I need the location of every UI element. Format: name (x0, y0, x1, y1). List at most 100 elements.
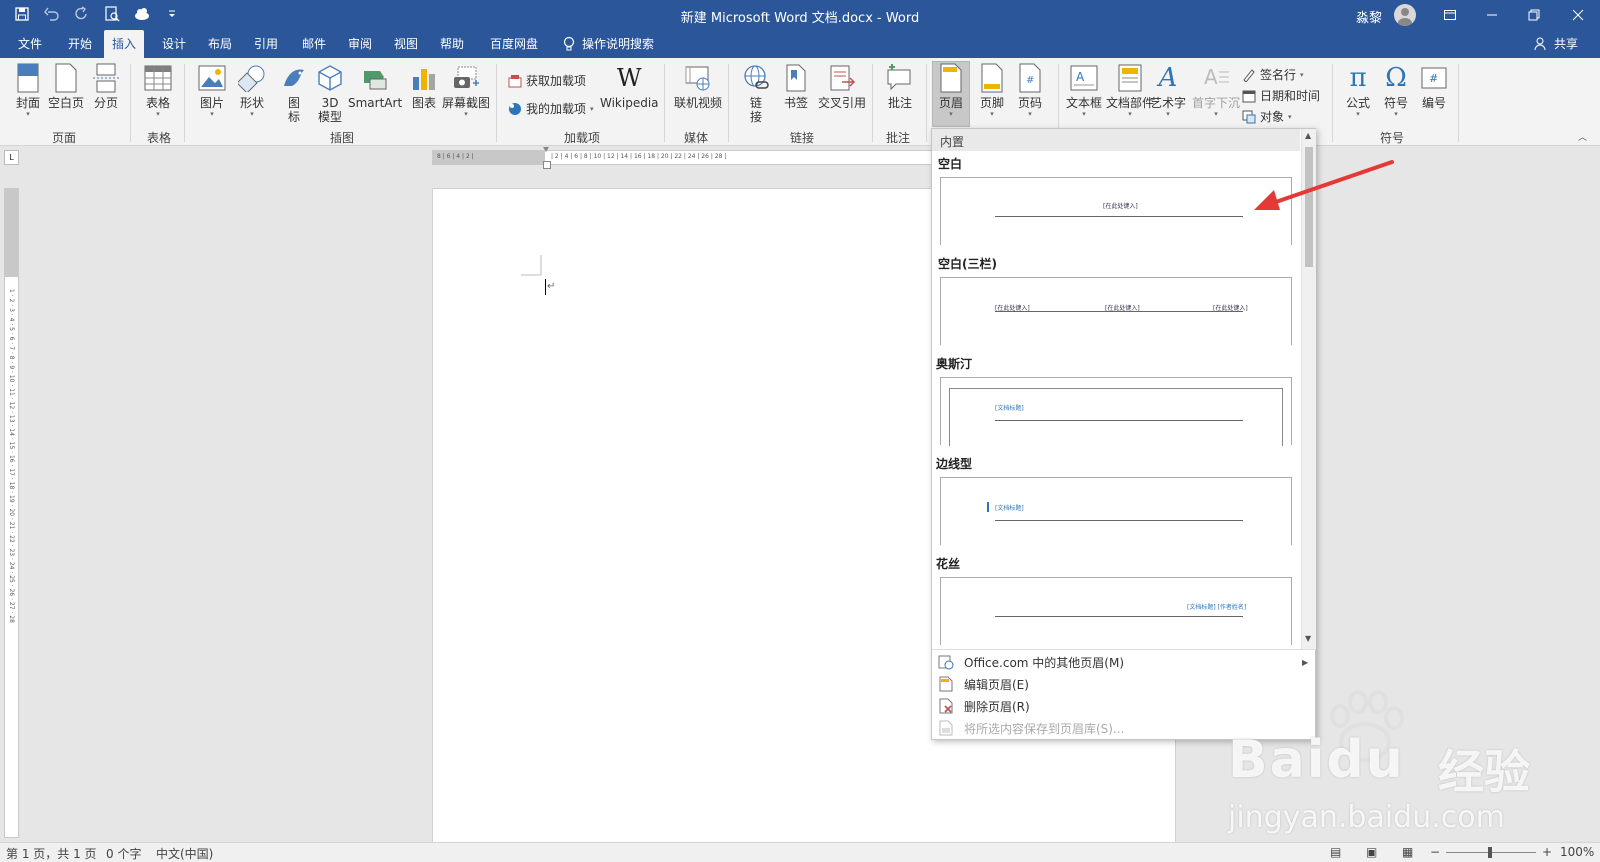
left-indent-marker[interactable] (543, 161, 551, 169)
page-break-button[interactable]: 分页 (90, 62, 122, 110)
text-box-button[interactable]: A 文本框 ▾ (1066, 62, 1102, 118)
page-number-button[interactable]: # 页码 ▾ (1014, 62, 1046, 118)
online-video-button[interactable]: 联机视频 (674, 62, 722, 110)
wikipedia-w-icon: W (616, 64, 642, 92)
wikipedia-button[interactable]: W Wikipedia (600, 62, 659, 110)
tab-file[interactable]: 文件 (10, 30, 50, 58)
quick-parts-button[interactable]: 文档部件 ▾ (1106, 62, 1154, 118)
shapes-icon (236, 62, 268, 94)
horizontal-ruler[interactable]: 8 | 6 | 4 | 2 | | 2 | 4 | 6 | 8 | 10 | 1… (432, 147, 937, 169)
tell-me-search[interactable]: 操作说明搜索 (562, 30, 654, 58)
page-count[interactable]: 第 1 页，共 1 页 (6, 845, 97, 862)
word-count[interactable]: 0 个字 (106, 845, 141, 862)
group-separator (184, 64, 185, 142)
read-mode-icon[interactable]: ▤ (1330, 845, 1341, 859)
ribbon-display-options-icon[interactable] (1428, 0, 1472, 30)
share-button[interactable]: 共享 (1534, 30, 1578, 58)
tab-help[interactable]: 帮助 (432, 30, 472, 58)
tab-view[interactable]: 视图 (386, 30, 426, 58)
menu-separator (932, 649, 1316, 650)
footer-button[interactable]: 页脚 ▾ (976, 62, 1008, 118)
scroll-up-icon[interactable]: ▲ (1305, 131, 1311, 140)
signature-line-button[interactable]: 签名行 ▾ (1242, 66, 1304, 83)
screenshot-button[interactable]: 屏幕截图 ▾ (442, 62, 490, 118)
symbol-button[interactable]: Ω 符号 ▾ (1380, 62, 1412, 118)
tab-baidu-netdisk[interactable]: 百度网盘 (482, 30, 546, 58)
gallery-item-blank-three-column[interactable]: [在此处键入] [在此处键入] [在此处键入] (940, 277, 1292, 345)
chart-button[interactable]: 图表 (408, 62, 440, 110)
link-button[interactable]: 链 接 (740, 62, 772, 124)
date-time-button[interactable]: 日期和时间 (1242, 87, 1320, 104)
baidu-cloud-icon[interactable] (134, 6, 150, 22)
gallery-item-filigree[interactable]: [文档标题] [作者姓名] (940, 577, 1292, 645)
shapes-button[interactable]: 形状 ▾ (236, 62, 268, 118)
first-line-indent-marker[interactable] (543, 147, 549, 153)
zoom-slider-thumb[interactable] (1488, 847, 1492, 858)
table-button[interactable]: 表格 ▾ (142, 62, 174, 118)
get-addins-button[interactable]: 获取加载项 (508, 72, 586, 89)
equation-button[interactable]: π 公式 ▾ (1342, 62, 1374, 118)
header-button[interactable]: 页眉 ▾ (932, 61, 970, 127)
svg-text:#: # (1429, 72, 1438, 85)
zoom-in-icon[interactable]: + (1542, 845, 1552, 859)
group-separator (728, 64, 729, 142)
close-icon[interactable] (1556, 0, 1600, 30)
bookmark-button[interactable]: 书签 (780, 62, 812, 110)
undo-icon[interactable] (44, 6, 60, 22)
scroll-down-icon[interactable]: ▼ (1305, 634, 1311, 643)
tab-insert[interactable]: 插入 (104, 30, 145, 58)
tab-review[interactable]: 审阅 (340, 30, 380, 58)
icons-button[interactable]: 图 标 (278, 62, 310, 124)
collapse-ribbon-icon[interactable]: ︿ (1578, 130, 1587, 143)
more-headers-office-menu-item[interactable]: Office.com 中的其他页眉(M) ▶ (932, 651, 1316, 673)
print-preview-icon[interactable] (104, 6, 120, 22)
number-button[interactable]: # 编号 (1418, 62, 1450, 110)
redo-icon[interactable] (74, 6, 90, 22)
user-name[interactable]: 淼黎 (1356, 7, 1382, 26)
customize-qat-icon[interactable] (164, 6, 180, 22)
group-label-media: 媒体 (684, 131, 709, 145)
blank-page-button[interactable]: 空白页 (48, 62, 84, 110)
vertical-ruler[interactable]: 1 · 2 · 3 · 4 · 5 · 6 · 7 · 8 · 9 · 10 ·… (4, 188, 19, 838)
object-button[interactable]: 对象 ▾ (1242, 108, 1292, 125)
tab-references[interactable]: 引用 (246, 30, 286, 58)
gallery-item-title: 空白 (938, 157, 963, 171)
text-box-icon: A (1068, 62, 1100, 94)
tab-design[interactable]: 设计 (154, 30, 194, 58)
group-separator (926, 64, 927, 142)
zoom-level[interactable]: 100% (1560, 845, 1594, 859)
remove-header-icon (939, 698, 953, 714)
tab-mailings[interactable]: 邮件 (294, 30, 334, 58)
print-layout-icon[interactable]: ▣ (1366, 845, 1377, 859)
gallery-item-sideline[interactable]: [文档标题] (940, 477, 1292, 545)
cover-page-button[interactable]: 封面 ▾ (12, 62, 44, 118)
cover-page-icon (12, 62, 44, 94)
language[interactable]: 中文(中国) (156, 845, 213, 862)
save-icon[interactable] (14, 6, 30, 22)
online-video-icon (682, 62, 714, 94)
wordart-button[interactable]: A 艺术字 ▾ (1150, 62, 1186, 118)
avatar[interactable] (1394, 4, 1416, 26)
group-separator (872, 64, 873, 142)
web-layout-icon[interactable]: ▦ (1402, 845, 1413, 859)
3d-cube-icon (314, 62, 346, 94)
gallery-item-austin[interactable]: [文档标题] (940, 377, 1292, 446)
group-separator (664, 64, 665, 142)
group-label-addins: 加载项 (564, 131, 601, 145)
edit-header-icon (939, 676, 953, 692)
tab-selector[interactable]: L (4, 150, 19, 165)
zoom-out-icon[interactable]: − (1430, 845, 1440, 859)
comment-button[interactable]: 批注 (884, 62, 916, 110)
drop-cap-button[interactable]: A 首字下沉 ▾ (1192, 62, 1240, 118)
gallery-item-blank[interactable]: [在此处键入] (940, 177, 1292, 245)
pictures-button[interactable]: 图片 ▾ (196, 62, 228, 118)
tab-layout[interactable]: 布局 (200, 30, 240, 58)
restore-icon[interactable] (1512, 0, 1556, 30)
cross-reference-button[interactable]: 交叉引用 (818, 62, 866, 110)
3d-models-button[interactable]: 3D 模型 (314, 62, 346, 124)
minimize-icon[interactable] (1470, 0, 1514, 30)
tab-home[interactable]: 开始 (60, 30, 100, 58)
my-addins-button[interactable]: 我的加载项 ▾ (508, 100, 594, 117)
smartart-button[interactable]: SmartArt (348, 62, 402, 110)
ruler-top-margin (5, 189, 18, 277)
